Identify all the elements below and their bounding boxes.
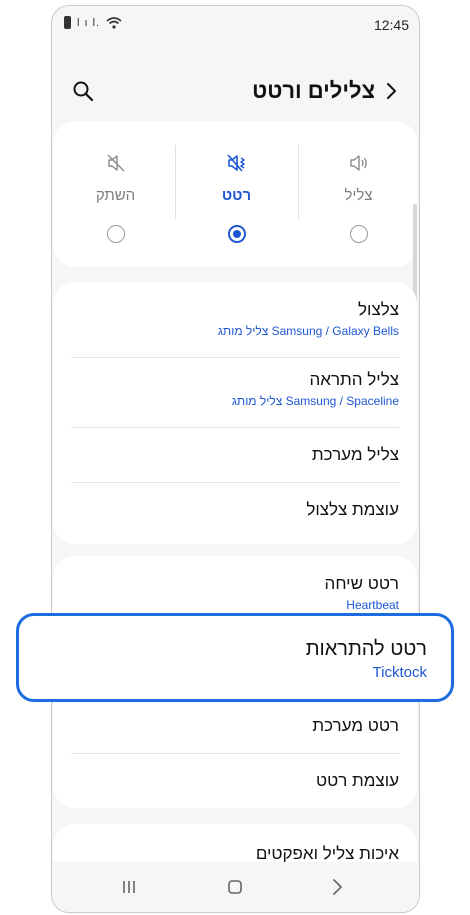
mode-vibrate-label: רטט xyxy=(221,187,252,204)
notification-vibration-title: רטט להתראות xyxy=(305,638,427,660)
status-icons: l ı l. xyxy=(64,16,122,29)
vibrate-icon xyxy=(226,154,245,172)
divider xyxy=(71,357,399,358)
mode-mute-radio[interactable] xyxy=(106,225,125,243)
search-icon[interactable] xyxy=(72,80,94,102)
ringtone-item[interactable]: צלצול Samsung / Galaxy Bells צליל מותג xyxy=(71,300,399,338)
notification-vibration-value: Ticktock xyxy=(372,664,427,681)
notification-vibration-item[interactable]: רטט להתראות Ticktock xyxy=(16,613,454,702)
sound-quality-item[interactable]: איכות צליל ואפקטים xyxy=(71,844,399,864)
status-time: 12:45 xyxy=(373,17,409,33)
app-header: צלילים ורטט xyxy=(52,74,419,110)
ring-volume-title: עוצמת צלצול xyxy=(306,500,399,519)
ringtone-title: צלצול xyxy=(358,300,399,319)
notification-sound-value: Samsung / Spaceline צליל מותג xyxy=(231,394,399,408)
mode-vibrate[interactable]: רטט xyxy=(176,121,297,267)
mode-sound[interactable]: צליל xyxy=(298,121,419,267)
mode-sound-radio[interactable] xyxy=(349,225,368,243)
call-vibration-item[interactable]: רטט שיחה Heartbeat xyxy=(71,574,399,612)
ringtone-value: Samsung / Galaxy Bells צליל מותג xyxy=(217,324,399,338)
system-sound-title: צליל מערכת xyxy=(311,445,399,464)
vibration-intensity-item[interactable]: עוצמת רטט xyxy=(71,771,399,791)
signal-icon: l ı l. xyxy=(77,16,101,29)
sound-mode-card: השתק רטט צליל xyxy=(53,121,417,267)
back-icon[interactable] xyxy=(324,874,350,900)
battery-icon xyxy=(64,16,71,29)
mode-sound-label: צליל xyxy=(344,187,373,204)
navigation-bar xyxy=(52,862,419,912)
mode-mute-label: השתק xyxy=(95,187,136,204)
sound-quality-title: איכות צליל ואפקטים xyxy=(255,844,399,863)
divider xyxy=(71,482,399,483)
ring-volume-item[interactable]: עוצמת צלצול xyxy=(71,500,399,520)
sound-settings-card: צלצול Samsung / Galaxy Bells צליל מותג צ… xyxy=(53,282,417,544)
system-sound-item[interactable]: צליל מערכת xyxy=(71,445,399,465)
phone-frame: l ı l. 12:45 צלילים ורטט השתק רטט צליל צ… xyxy=(51,5,420,913)
divider xyxy=(71,753,399,754)
wifi-icon xyxy=(106,16,122,29)
call-vibration-value: Heartbeat xyxy=(346,598,399,612)
call-vibration-title: רטט שיחה xyxy=(324,574,399,593)
mode-vibrate-radio[interactable] xyxy=(227,225,246,243)
sound-icon xyxy=(349,155,367,171)
recents-icon[interactable] xyxy=(116,874,142,900)
mode-mute[interactable]: השתק xyxy=(55,121,176,267)
vibration-intensity-title: עוצמת רטט xyxy=(316,771,399,790)
system-vibration-title: רטט מערכת xyxy=(312,716,399,735)
notification-sound-title: צליל התראה xyxy=(309,370,399,389)
back-chevron-icon[interactable] xyxy=(381,80,401,102)
page-title: צלילים ורטט xyxy=(252,78,375,103)
notification-sound-item[interactable]: צליל התראה Samsung / Spaceline צליל מותג xyxy=(71,370,399,408)
system-vibration-item[interactable]: רטט מערכת xyxy=(71,716,399,736)
status-bar: l ı l. 12:45 xyxy=(52,6,419,42)
home-icon[interactable] xyxy=(222,874,248,900)
divider xyxy=(71,427,399,428)
mute-icon xyxy=(107,154,124,172)
